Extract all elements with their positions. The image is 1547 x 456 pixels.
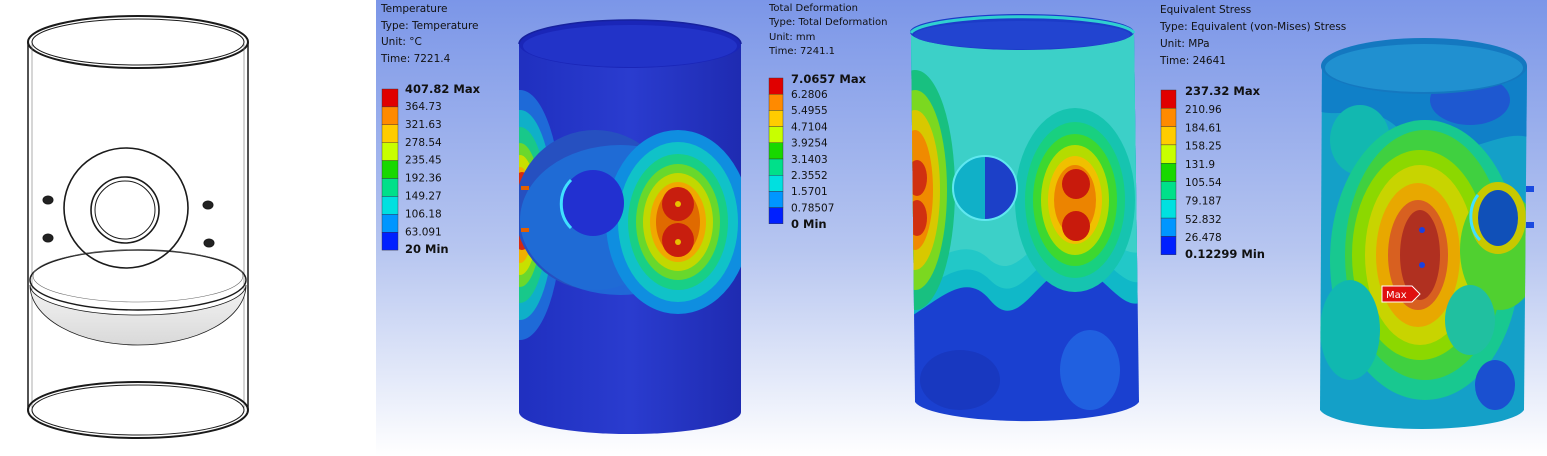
fea-results-figure: Max Temperature Type: Temperature Unit: … (27, 0, 1547, 456)
legend-tick-label: 6.2806 (791, 89, 828, 101)
legend-swatch (1160, 181, 1177, 200)
legend-swatch (381, 142, 399, 161)
legend-swatch (768, 158, 784, 176)
legend-max: 7.0657 Max (791, 72, 867, 86)
legend-tick-label: 79.187 (1185, 196, 1222, 208)
legend-time: Time: 24641 (1159, 55, 1226, 67)
legend-swatch (381, 178, 399, 197)
legend-tick-label: 1.5701 (791, 186, 828, 198)
legend-tick-label: 3.1403 (791, 154, 828, 166)
legend-swatch (1160, 199, 1177, 219)
legend-swatch (381, 196, 399, 215)
legend-min: 0 Min (791, 217, 827, 231)
legend-swatch (1160, 162, 1177, 182)
legend-swatch (1160, 236, 1177, 255)
legend-type: Type: Total Deformation (768, 17, 888, 28)
stress-contour-cylinder: Max (1320, 38, 1534, 429)
legend-min: 0.12299 Min (1185, 247, 1265, 261)
legend-tick-label: 3.9254 (791, 138, 828, 150)
legend-min: 20 Min (405, 242, 449, 256)
legend-swatch (768, 191, 784, 208)
legend-swatch (381, 124, 399, 143)
legend-swatch (381, 231, 399, 251)
legend-title: Equivalent Stress (1160, 4, 1251, 16)
legend-tick-label: 4.7104 (791, 121, 828, 133)
legend-tick-label: 106.18 (405, 208, 442, 220)
legend-unit: Unit: MPa (1160, 38, 1210, 50)
max-probe-label: Max (1386, 290, 1407, 301)
legend-tick-label: 52.832 (1185, 214, 1222, 226)
legend-tick-label: 63.091 (405, 226, 442, 238)
legend-tick-label: 192.36 (405, 173, 442, 185)
deformation-contour-cylinder (909, 14, 1139, 422)
legend-tick-label: 158.25 (1185, 141, 1222, 153)
legend-tick-label: 149.27 (405, 191, 442, 203)
legend-type: Type: Temperature (380, 20, 479, 32)
legend-swatch (381, 160, 399, 179)
legend-type: Type: Equivalent (von-Mises) Stress (1159, 21, 1346, 33)
legend-swatch (768, 77, 784, 95)
legend-time: Time: 7221.4 (380, 53, 451, 65)
legend-swatch (1160, 144, 1177, 164)
legend-tick-label: 364.73 (405, 101, 442, 113)
legend-tick-label: 0.78507 (791, 202, 834, 214)
legend-time: Time: 7241.1 (768, 46, 835, 57)
legend-swatch (1160, 126, 1177, 146)
legend-tick-label: 26.478 (1185, 232, 1222, 244)
legend-unit: Unit: mm (769, 32, 815, 43)
legend-tick-label: 210.96 (1185, 104, 1222, 116)
cad-cylinder-model (27, 15, 249, 439)
legend-swatch (1160, 217, 1177, 237)
max-probe-marker: Max (1381, 285, 1421, 303)
legend-title: Temperature (380, 3, 448, 15)
legend-swatch (381, 214, 399, 233)
legend-unit: Unit: °C (381, 36, 422, 48)
legend-swatch (768, 142, 784, 160)
legend-tick-label: 5.4955 (791, 105, 828, 117)
legend-swatch (1160, 89, 1177, 109)
legend-title: Total Deformation (768, 3, 858, 14)
legend-swatch (381, 106, 399, 126)
legend-max: 237.32 Max (1185, 84, 1261, 98)
legend-swatch (381, 88, 399, 108)
legend-swatch (768, 207, 784, 225)
legend-swatch (768, 93, 784, 111)
legend-swatch (768, 110, 784, 127)
legend-tick-label: 131.9 (1185, 159, 1215, 171)
legend-swatch (768, 126, 784, 143)
legend-tick-label: 321.63 (405, 119, 442, 131)
legend-swatch (1160, 108, 1177, 127)
legend-tick-label: 2.3552 (791, 170, 828, 182)
legend-tick-label: 105.54 (1185, 177, 1222, 189)
legend-tick-label: 184.61 (1185, 122, 1222, 134)
legend-tick-label: 278.54 (405, 137, 442, 149)
legend-max: 407.82 Max (405, 82, 481, 96)
legend-tick-label: 235.45 (405, 155, 442, 167)
legend-swatch (768, 174, 784, 192)
